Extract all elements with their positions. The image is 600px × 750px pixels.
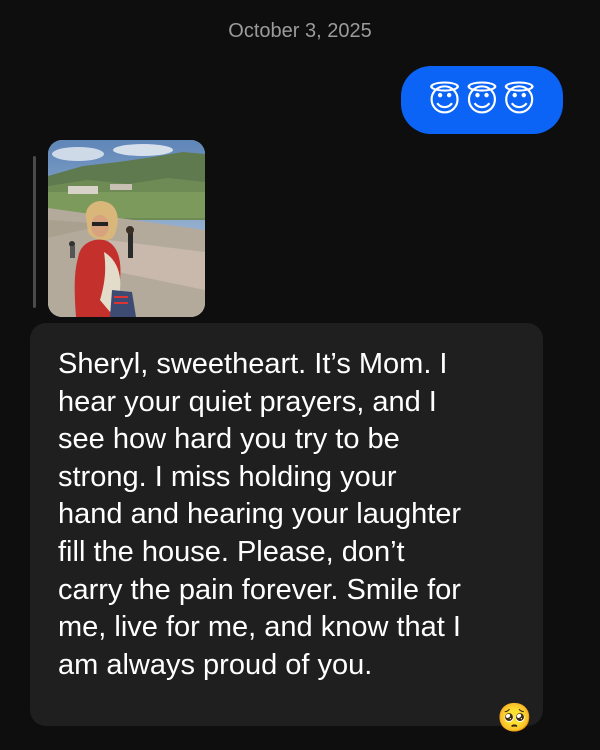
angel-emoji-icon: 😇 bbox=[502, 82, 537, 118]
angel-emoji-icon: 😇 bbox=[427, 82, 462, 118]
angel-emoji-icon: 😇 bbox=[465, 82, 499, 118]
photo-thumbnail-icon bbox=[48, 140, 205, 317]
sent-message-bubble[interactable]: 😇 😇 😇 bbox=[401, 66, 563, 134]
reply-indicator-bar bbox=[33, 156, 36, 308]
photo-attachment[interactable] bbox=[48, 140, 205, 317]
received-message-bubble[interactable]: Sheryl, sweetheart. It’s Mom. I hear you… bbox=[30, 323, 543, 726]
date-header: October 3, 2025 bbox=[228, 20, 372, 42]
pleading-face-reaction-icon[interactable]: 🥺 bbox=[497, 701, 532, 735]
message-text: Sheryl, sweetheart. It’s Mom. I hear you… bbox=[58, 348, 462, 681]
